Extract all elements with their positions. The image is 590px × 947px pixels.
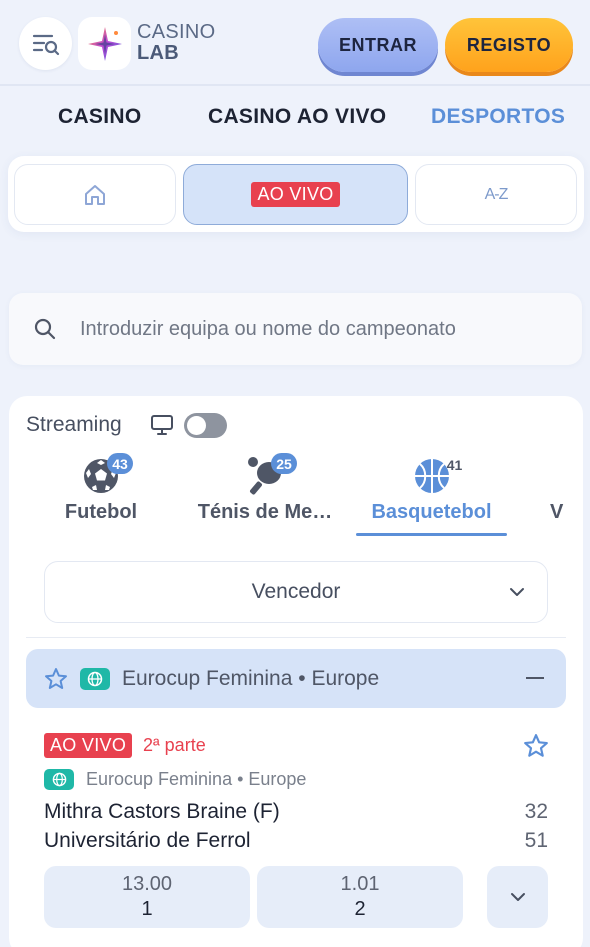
sports-subtabs: AO VIVO A-Z — [8, 156, 584, 232]
live-badge: AO VIVO — [251, 182, 340, 207]
sport-label: Futebol — [64, 501, 138, 523]
match-live-badge: AO VIVO — [44, 733, 133, 758]
away-team[interactable]: Universitário de Ferrol — [44, 829, 251, 853]
logo-text: CASINO LAB — [137, 22, 215, 64]
tab-casino[interactable]: CASINO — [58, 105, 141, 129]
register-button[interactable]: REGISTO — [445, 18, 573, 72]
sport-item-futebol[interactable]: 43 Futebol — [54, 453, 148, 535]
search-icon — [34, 318, 56, 340]
divider — [26, 637, 566, 638]
search-bar — [9, 293, 582, 365]
sport-label: Ténis de Me… — [197, 501, 333, 523]
menu-search-icon — [32, 34, 59, 55]
streaming-toggle[interactable] — [184, 413, 227, 438]
home-icon — [85, 184, 105, 205]
tab-casino-ao-vivo[interactable]: CASINO AO VIVO — [208, 105, 386, 129]
sport-count-badge: 41 — [446, 456, 463, 473]
region-chip — [80, 668, 110, 690]
sport-count-badge: 43 — [107, 453, 133, 474]
sport-label: Basquetebol — [371, 501, 492, 523]
odd-price: 13.00 — [121, 873, 173, 895]
market-select[interactable]: Vencedor — [44, 561, 548, 623]
tab-desportos[interactable]: DESPORTOS — [431, 105, 565, 129]
odd-selection: 2 — [354, 898, 366, 920]
streaming-label: Streaming — [26, 413, 122, 436]
active-sport-indicator — [356, 533, 507, 536]
favorite-star-icon[interactable] — [523, 733, 549, 759]
odd-button-away[interactable]: 1.01 2 — [257, 866, 463, 928]
away-score: 51 — [524, 829, 548, 852]
sport-label: V — [550, 501, 564, 523]
star-logo-icon — [87, 26, 122, 61]
sport-count-badge: 25 — [271, 453, 297, 474]
chevron-down-icon — [510, 588, 524, 596]
more-markets-button[interactable] — [487, 866, 548, 928]
match-league: Eurocup Feminina • Europe — [86, 769, 307, 789]
search-input[interactable] — [80, 311, 570, 347]
favorite-star-icon[interactable] — [44, 667, 68, 691]
league-name: Eurocup Feminina • Europe — [122, 667, 380, 690]
sport-item-partial[interactable]: V — [550, 455, 570, 535]
logo-line-2: LAB — [137, 42, 180, 64]
odd-selection: 1 — [141, 898, 153, 920]
sport-item-tenis-de-mesa[interactable]: 25 Ténis de Me… — [190, 453, 340, 535]
collapse-icon[interactable] — [526, 677, 544, 679]
monitor-icon — [151, 415, 173, 435]
odd-price: 1.01 — [340, 873, 380, 895]
sport-item-basquetebol[interactable]: 41 Basquetebol — [356, 455, 507, 535]
odd-button-home[interactable]: 13.00 1 — [44, 866, 250, 928]
logo-line-1: CASINO — [137, 21, 216, 43]
subtab-home[interactable] — [14, 164, 176, 225]
market-select-value: Vencedor — [251, 580, 341, 603]
subtab-live[interactable]: AO VIVO — [183, 164, 408, 225]
globe-icon — [52, 772, 66, 787]
logo[interactable] — [78, 17, 131, 70]
region-chip — [44, 769, 74, 790]
league-header[interactable]: Eurocup Feminina • Europe — [26, 649, 566, 708]
globe-icon — [87, 671, 103, 687]
chevron-down-icon — [510, 893, 525, 901]
toggle-knob — [187, 416, 206, 435]
home-team[interactable]: Mithra Castors Braine (F) — [44, 800, 280, 824]
subtab-az[interactable]: A-Z — [415, 164, 577, 225]
top-header: CASINO LAB ENTRAR REGISTO — [0, 0, 590, 86]
az-label: A-Z — [484, 185, 509, 203]
home-score: 32 — [524, 800, 548, 823]
login-button[interactable]: ENTRAR — [318, 18, 438, 72]
match-period: 2ª parte — [143, 735, 206, 755]
menu-search-button[interactable] — [19, 17, 72, 70]
